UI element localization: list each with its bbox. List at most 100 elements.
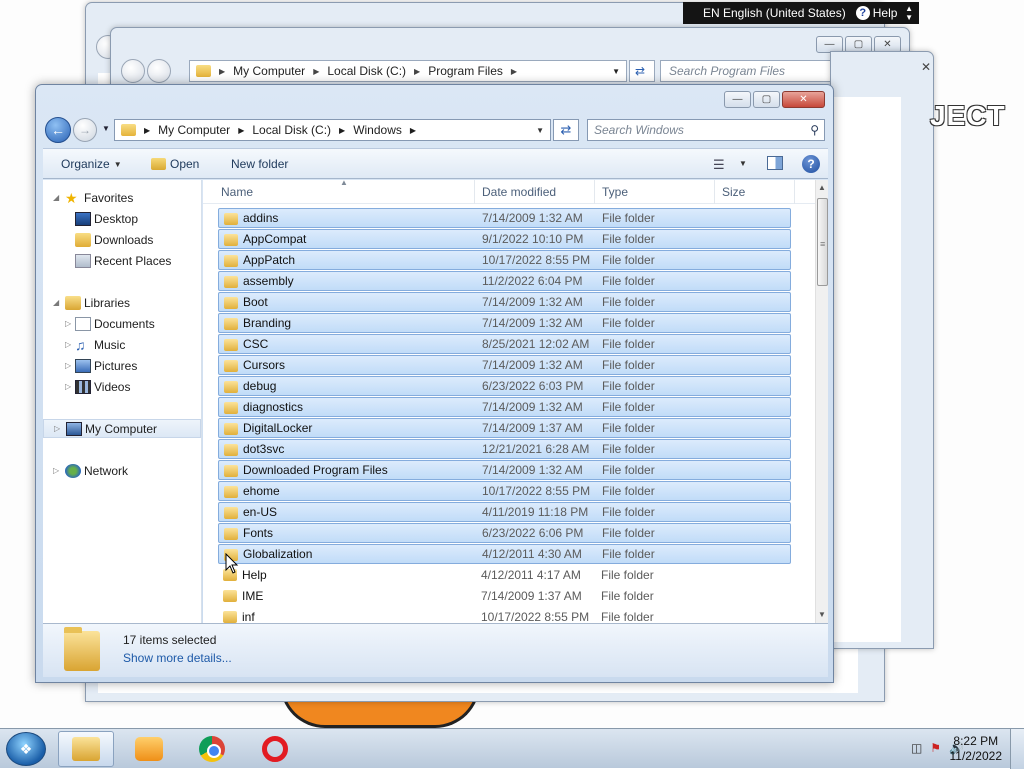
- show-desktop-button[interactable]: [1010, 729, 1024, 769]
- address-dropdown-icon[interactable]: ▼: [612, 67, 620, 76]
- file-row[interactable]: inf 10/17/2022 8:55 PM File folder: [218, 607, 791, 623]
- nav-music[interactable]: ▷ ♫ Music: [43, 335, 201, 354]
- change-view-icon[interactable]: ☰: [713, 157, 725, 173]
- language-help[interactable]: ? Help: [855, 6, 897, 20]
- search-input[interactable]: Search Windows ⚲: [587, 119, 825, 141]
- language-bar[interactable]: EN English (United States) ? Help ▲ ▼: [683, 2, 919, 24]
- file-row[interactable]: Help 4/12/2011 4:17 AM File folder: [218, 565, 791, 585]
- taskbar-chrome[interactable]: [184, 731, 240, 767]
- nav-my-computer[interactable]: ▷ My Computer: [43, 419, 201, 438]
- column-type[interactable]: Type: [602, 185, 628, 199]
- file-type: File folder: [602, 400, 655, 414]
- nav-documents[interactable]: ▷ Documents: [43, 314, 201, 333]
- nav-favorites[interactable]: ◢ ★ Favorites: [43, 188, 201, 207]
- file-row[interactable]: Boot 7/14/2009 1:32 AM File folder: [218, 292, 791, 312]
- close-button[interactable]: ✕: [782, 91, 825, 108]
- taskbar-media-player[interactable]: [121, 731, 177, 767]
- column-date-modified[interactable]: Date modified: [482, 185, 556, 199]
- nav-pictures[interactable]: ▷ Pictures: [43, 356, 201, 375]
- file-row[interactable]: Globalization 4/12/2011 4:30 AM File folde…: [218, 544, 791, 564]
- file-row[interactable]: CSC 8/25/2021 12:02 AM File folder: [218, 334, 791, 354]
- column-divider[interactable]: [714, 180, 715, 204]
- file-row[interactable]: Cursors 7/14/2009 1:32 AM File folder: [218, 355, 791, 375]
- breadcrumb-local-disk[interactable]: Local Disk (C:): [327, 64, 406, 78]
- taskbar-explorer[interactable]: [58, 731, 114, 767]
- breadcrumb-windows[interactable]: Windows: [353, 123, 402, 137]
- maximize-button[interactable]: ▢: [753, 91, 780, 108]
- collapse-arrow-icon[interactable]: ◢: [53, 193, 59, 202]
- file-row[interactable]: diagnostics 7/14/2009 1:32 AM File folder: [218, 397, 791, 417]
- recent-pages-dropdown-icon[interactable]: ▼: [102, 124, 110, 133]
- nav-network[interactable]: ▷ Network: [43, 461, 201, 480]
- file-date-modified: 12/21/2021 6:28 AM: [482, 442, 590, 456]
- file-row[interactable]: Fonts 6/23/2022 6:06 PM File folder: [218, 523, 791, 543]
- expand-arrow-icon[interactable]: ▷: [53, 466, 59, 475]
- address-bar[interactable]: ▶ My Computer ▶ Local Disk (C:) ▶ Progra…: [189, 60, 627, 82]
- file-date-modified: 11/2/2022 6:04 PM: [482, 274, 583, 288]
- column-divider[interactable]: [474, 180, 475, 204]
- refresh-button[interactable]: ⇄: [553, 119, 579, 141]
- back-button[interactable]: ←: [45, 117, 71, 143]
- network-tray-icon[interactable]: ◫: [911, 741, 922, 755]
- breadcrumb-program-files[interactable]: Program Files: [428, 64, 503, 78]
- column-divider[interactable]: [794, 180, 795, 204]
- organize-button[interactable]: Organize ▼: [61, 157, 122, 171]
- scroll-thumb[interactable]: ≡: [817, 198, 828, 286]
- breadcrumb-my-computer[interactable]: My Computer: [158, 123, 230, 137]
- address-dropdown-icon[interactable]: ▼: [536, 126, 544, 135]
- file-row[interactable]: IME 7/14/2009 1:37 AM File folder: [218, 586, 791, 606]
- expand-arrow-icon[interactable]: ▷: [65, 361, 71, 370]
- file-list[interactable]: ▲ Name Date modified Type Size addins 7/1…: [203, 180, 815, 623]
- action-center-flag-icon[interactable]: ⚑: [930, 741, 941, 755]
- refresh-button[interactable]: ⇄: [629, 60, 655, 82]
- open-button[interactable]: Open: [151, 157, 199, 171]
- start-button[interactable]: ❖: [6, 732, 46, 766]
- background-window-right[interactable]: ✕: [830, 51, 934, 649]
- view-options-dropdown-icon[interactable]: ▼: [739, 159, 747, 168]
- show-more-details-link[interactable]: Show more details...: [123, 651, 232, 665]
- breadcrumb-my-computer[interactable]: My Computer: [233, 64, 305, 78]
- file-row[interactable]: Downloaded Program Files 7/14/2009 1:32 A…: [218, 460, 791, 480]
- nav-desktop[interactable]: Desktop: [43, 209, 201, 228]
- vertical-scrollbar[interactable]: ▲ ≡ ▼: [815, 180, 828, 623]
- file-row[interactable]: ehome 10/17/2022 8:55 PM File folder: [218, 481, 791, 501]
- new-folder-button[interactable]: New folder: [231, 157, 288, 171]
- nav-videos[interactable]: ▷ Videos: [43, 377, 201, 396]
- expand-arrow-icon[interactable]: ▷: [65, 382, 71, 391]
- explorer-window-windows[interactable]: — ▢ ✕ ← → ▼ ▶ My Computer ▶ Local Disk (…: [35, 84, 834, 683]
- scroll-up-arrow-icon[interactable]: ▲: [818, 183, 826, 192]
- file-row[interactable]: AppCompat 9/1/2022 10:10 PM File folder: [218, 229, 791, 249]
- column-divider[interactable]: [594, 180, 595, 204]
- clock[interactable]: 8:22 PM 11/2/2022: [950, 734, 1003, 764]
- address-bar[interactable]: ▶ My Computer ▶ Local Disk (C:) ▶ Window…: [114, 119, 551, 141]
- column-size[interactable]: Size: [722, 185, 745, 199]
- file-row[interactable]: Branding 7/14/2009 1:32 AM File folder: [218, 313, 791, 333]
- file-row[interactable]: en-US 4/11/2019 11:18 PM File folder: [218, 502, 791, 522]
- language-bar-options-icon[interactable]: ▲ ▼: [905, 4, 913, 22]
- scroll-down-arrow-icon[interactable]: ▼: [818, 610, 826, 619]
- help-icon[interactable]: ?: [802, 155, 820, 173]
- expand-arrow-icon[interactable]: ▷: [65, 319, 71, 328]
- file-row[interactable]: DigitalLocker 7/14/2009 1:37 AM File folde…: [218, 418, 791, 438]
- file-row[interactable]: assembly 11/2/2022 6:04 PM File folder: [218, 271, 791, 291]
- nav-downloads[interactable]: Downloads: [43, 230, 201, 249]
- back-nav-icon[interactable]: [121, 59, 145, 83]
- file-row[interactable]: debug 6/23/2022 6:03 PM File folder: [218, 376, 791, 396]
- preview-pane-icon[interactable]: [767, 156, 783, 170]
- breadcrumb-local-disk[interactable]: Local Disk (C:): [252, 123, 331, 137]
- forward-nav-icon[interactable]: [147, 59, 171, 83]
- expand-arrow-icon[interactable]: ▷: [54, 424, 60, 433]
- minimize-button[interactable]: —: [724, 91, 751, 108]
- collapse-arrow-icon[interactable]: ◢: [53, 298, 59, 307]
- language-indicator[interactable]: EN English (United States): [703, 6, 846, 20]
- column-name[interactable]: Name: [221, 185, 253, 199]
- nav-recent-places[interactable]: Recent Places: [43, 251, 201, 270]
- file-row[interactable]: addins 7/14/2009 1:32 AM File folder: [218, 208, 791, 228]
- nav-libraries[interactable]: ◢ Libraries: [43, 293, 201, 312]
- file-row[interactable]: dot3svc 12/21/2021 6:28 AM File folder: [218, 439, 791, 459]
- close-icon[interactable]: ✕: [921, 60, 931, 74]
- expand-arrow-icon[interactable]: ▷: [65, 340, 71, 349]
- forward-button[interactable]: →: [73, 118, 97, 142]
- taskbar-opera[interactable]: [247, 731, 303, 767]
- file-row[interactable]: AppPatch 10/17/2022 8:55 PM File folder: [218, 250, 791, 270]
